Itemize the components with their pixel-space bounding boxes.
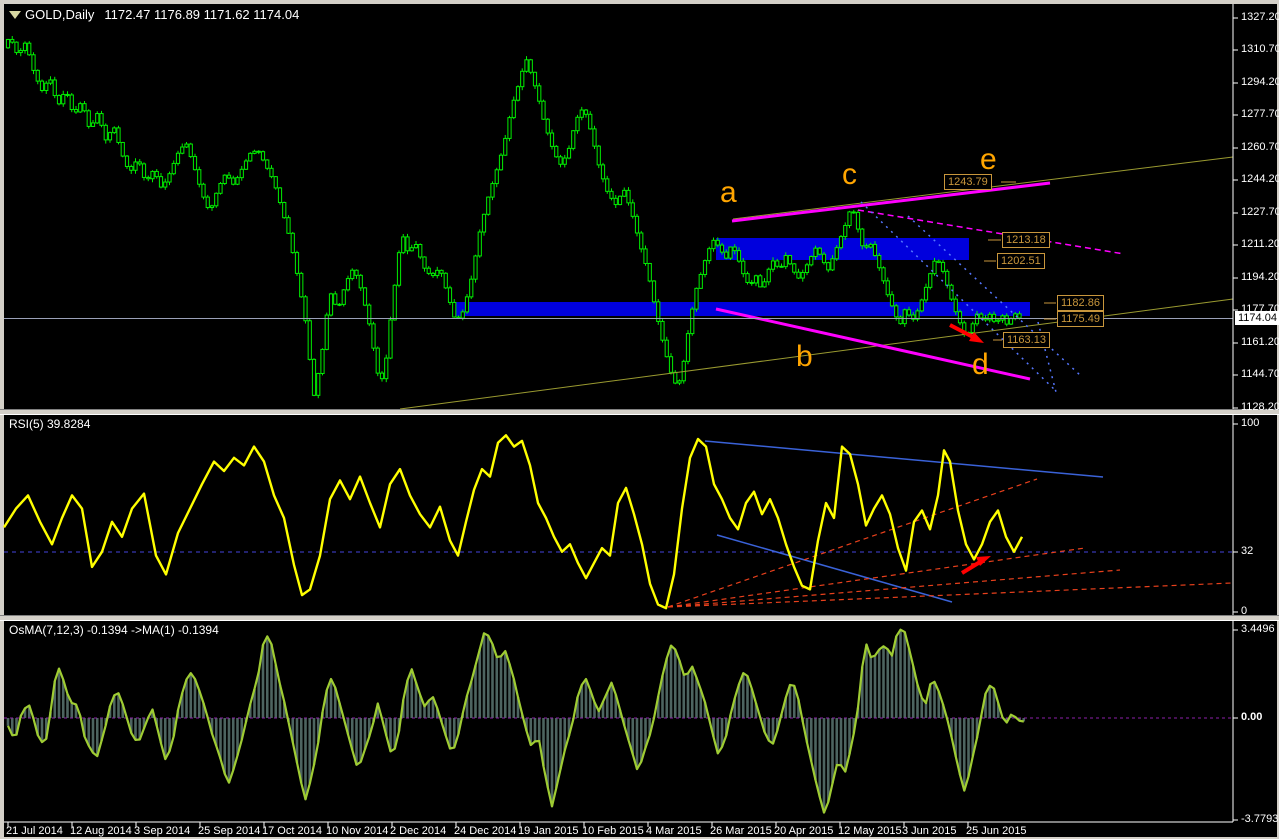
ohlc-values: 1172.47 1176.89 1171.62 1174.04 [104,7,300,22]
price-level-tag[interactable]: 1213.18 [1002,232,1050,248]
price-level-tag[interactable]: 1243.79 [944,174,992,190]
price-axis-label: 1260.70 [1241,141,1279,153]
chart-window: GOLD,Daily 1172.47 1176.89 1171.62 1174.0… [0,0,1279,839]
price-axis-label: 1294.20 [1241,76,1279,88]
price-axis-label: 1161.20 [1241,336,1279,348]
price-level-tag[interactable]: 1182.86 [1057,295,1104,311]
date-axis-label: 25 Jun 2015 [966,825,1027,837]
date-axis-label: 26 Mar 2015 [710,825,772,837]
current-price-tag: 1174.04 [1235,311,1279,325]
price-axis-label: 1227.70 [1241,206,1279,218]
date-axis-label: 10 Feb 2015 [582,825,644,837]
date-axis-label: 12 Aug 2014 [70,825,132,837]
wave-letter-c[interactable]: c [842,160,857,190]
date-axis-label: 17 Oct 2014 [262,825,322,837]
date-axis-label: 4 Mar 2015 [646,825,702,837]
chart-title: GOLD,Daily 1172.47 1176.89 1171.62 1174.0… [25,7,299,22]
date-axis-label: 25 Sep 2014 [198,825,261,837]
price-level-tag[interactable]: 1202.51 [997,253,1045,269]
price-axis-label: 1244.20 [1241,173,1279,185]
osma-indicator-label: OsMA(7,12,3) -0.1394 ->MA(1) -0.1394 [9,623,219,637]
date-axis-label: 12 May 2015 [838,825,902,837]
rsi-axis-label: 32 [1241,545,1254,557]
wave-letter-e[interactable]: e [980,145,997,175]
date-axis-label: 3 Jun 2015 [902,825,957,837]
rsi-indicator-label: RSI(5) 39.8284 [9,417,91,431]
price-axis-label: 1128.20 [1241,401,1279,413]
osma-axis-label: 0.00 [1241,711,1263,723]
price-axis-label: 1144.70 [1241,368,1279,380]
date-axis-label: 21 Jul 2014 [6,825,63,837]
price-axis-label: 1211.20 [1241,238,1279,250]
wave-letter-b[interactable]: b [796,342,813,372]
date-axis-label: 10 Nov 2014 [326,825,389,837]
date-axis-label: 24 Dec 2014 [454,825,517,837]
price-axis-label: 1310.70 [1241,43,1279,55]
price-axis-label: 1327.20 [1241,11,1279,23]
rsi-axis-label: 100 [1241,417,1260,429]
date-axis-label: 3 Sep 2014 [134,825,191,837]
price-axis-label: 1277.70 [1241,108,1279,120]
wave-letter-a[interactable]: a [720,178,737,208]
date-axis-label: 2 Dec 2014 [390,825,447,837]
labels-layer: 1327.20 1310.70 1294.20 1277.70 1260.70 1244.… [0,0,1279,839]
rsi-axis-label: 0 [1241,605,1248,617]
osma-axis-label: -3.7793 [1241,813,1279,825]
date-axis-label: 20 Apr 2015 [774,825,834,837]
wave-letter-d[interactable]: d [972,350,989,380]
price-level-tag[interactable]: 1175.49 [1057,311,1104,327]
price-level-tag[interactable]: 1163.13 [1003,332,1050,348]
price-axis-label: 1194.20 [1241,271,1279,283]
symbol-period-label: GOLD,Daily [25,7,95,22]
osma-axis-label: 3.4496 [1241,623,1275,635]
date-axis-label: 19 Jan 2015 [518,825,579,837]
triangle-down-icon[interactable] [9,11,21,19]
